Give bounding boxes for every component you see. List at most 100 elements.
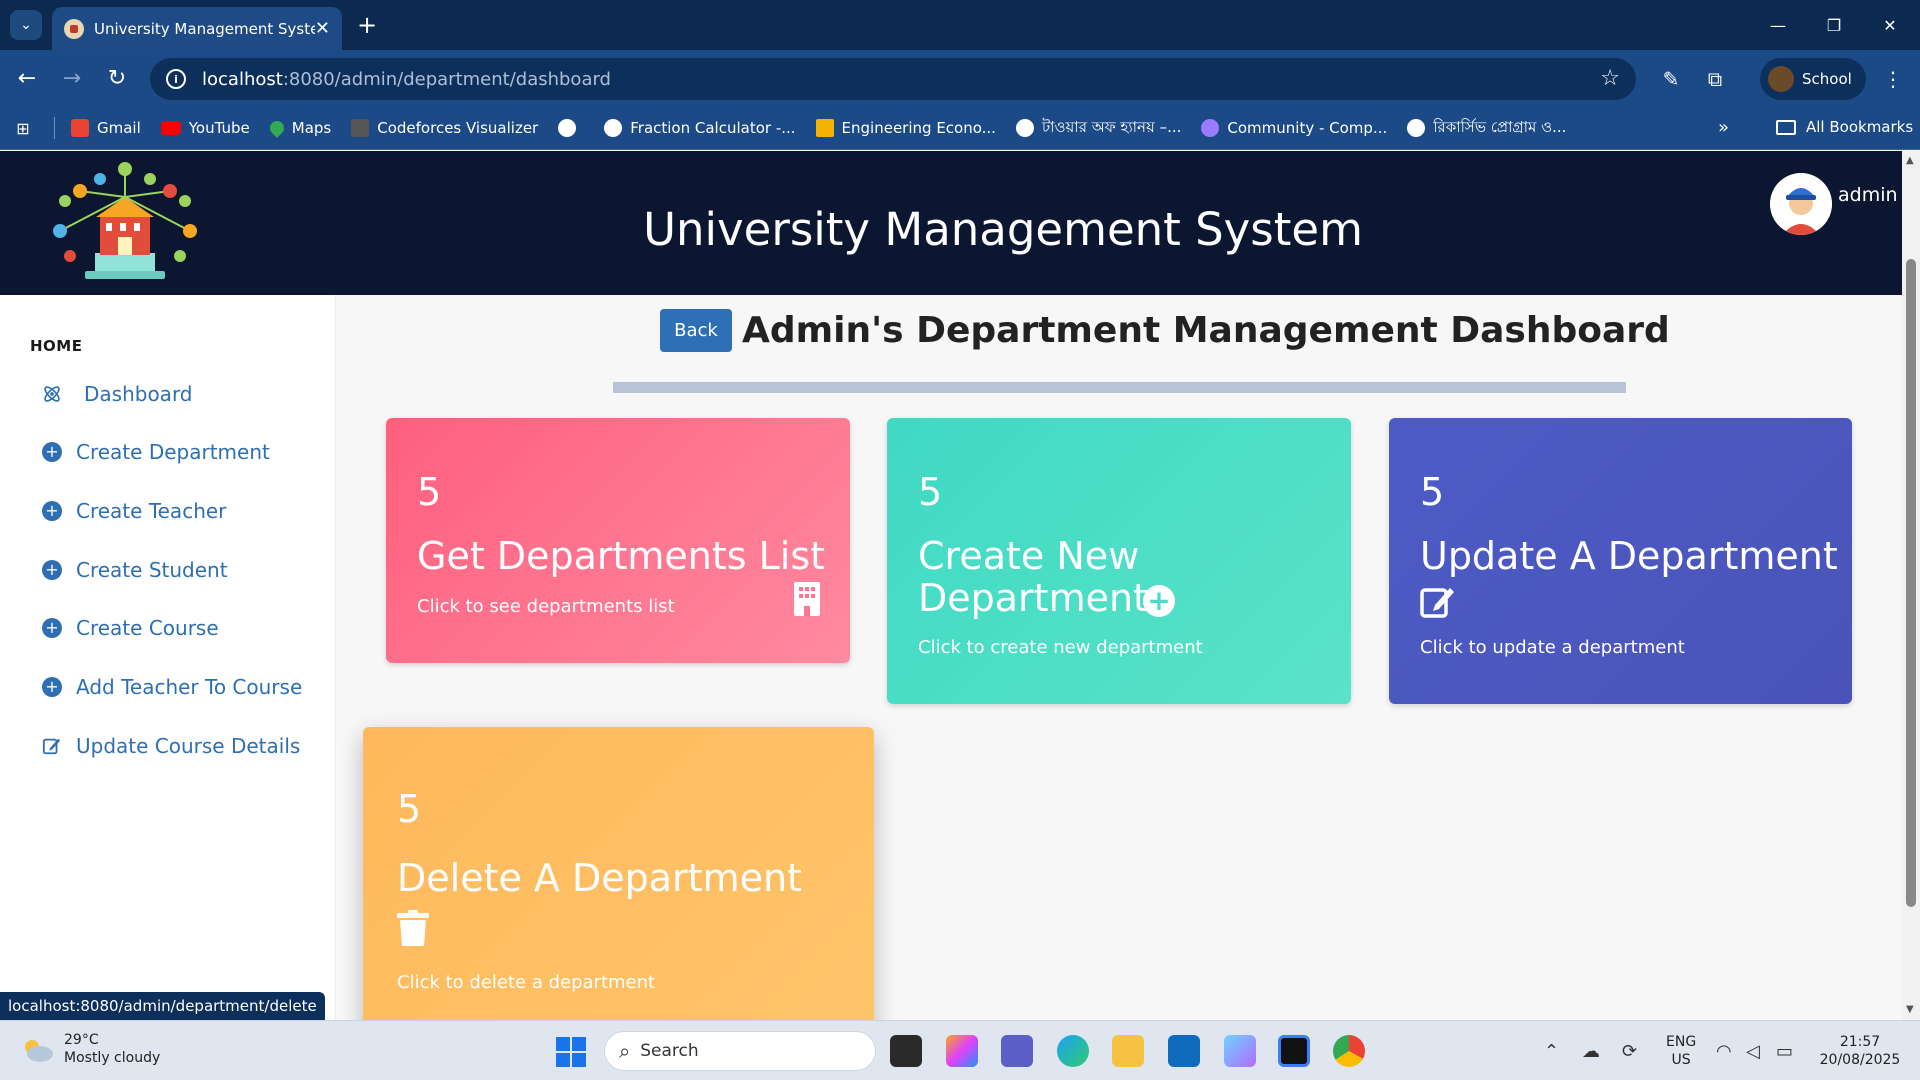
bookmark-gmail[interactable]: Gmail bbox=[71, 119, 141, 137]
sidebar-item-label: Update Course Details bbox=[76, 734, 301, 758]
close-window-icon[interactable]: ✕ bbox=[1870, 8, 1910, 42]
card-count: 5 bbox=[1420, 470, 1445, 514]
profile-name: School bbox=[1802, 70, 1852, 88]
user-name: admin bbox=[1838, 184, 1898, 206]
card-title-line-1: Create New bbox=[918, 534, 1140, 578]
bookmarks-bar: ⊞ Gmail YouTube Maps Codeforces Visualiz… bbox=[0, 107, 1920, 150]
all-bookmarks-button[interactable]: All Bookmarks bbox=[1776, 118, 1913, 136]
card-subtitle: Click to update a department bbox=[1420, 637, 1685, 658]
battery-icon[interactable]: ▭ bbox=[1776, 1041, 1793, 1062]
extensions-puzzle-icon[interactable]: ⧉ bbox=[1700, 64, 1730, 94]
bookmark-label: Engineering Econo... bbox=[841, 119, 996, 137]
windows-start-icon[interactable] bbox=[556, 1037, 586, 1067]
bookmark-label: Community - Comp... bbox=[1227, 119, 1388, 137]
weather-widget[interactable]: 29°C Mostly cloudy bbox=[20, 1031, 160, 1067]
search-placeholder: Search bbox=[640, 1041, 699, 1061]
teams-icon[interactable] bbox=[1001, 1035, 1033, 1067]
back-arrow-icon[interactable]: ← bbox=[12, 63, 42, 93]
browser-tab-active[interactable]: University Management System ✕ bbox=[52, 7, 342, 50]
chrome-icon[interactable] bbox=[1333, 1035, 1365, 1067]
copilot-icon[interactable] bbox=[946, 1035, 978, 1067]
site-info-icon[interactable]: i bbox=[166, 69, 186, 89]
globe-icon bbox=[1407, 119, 1426, 137]
back-button[interactable]: Back bbox=[660, 309, 732, 352]
scroll-down-arrow-icon[interactable]: ▼ bbox=[1906, 1004, 1914, 1015]
sidebar-item-label: Add Teacher To Course bbox=[76, 675, 303, 699]
bookmark-label: রিকার্সিভ প্রোগ্রাম ও... bbox=[1433, 117, 1567, 136]
close-tab-icon[interactable]: ✕ bbox=[315, 18, 330, 39]
sidebar-item-create-course[interactable]: + Create Course bbox=[42, 616, 219, 640]
bookmark-engineering-econ[interactable]: Engineering Econo... bbox=[815, 119, 996, 137]
task-view-icon[interactable] bbox=[890, 1035, 922, 1067]
taskbar-search[interactable]: ⌕ Search bbox=[604, 1031, 876, 1071]
bookmark-maps[interactable]: Maps bbox=[266, 118, 331, 138]
profile-button[interactable]: School bbox=[1760, 58, 1866, 100]
bookmark-globe[interactable] bbox=[558, 119, 584, 137]
language-indicator[interactable]: ENG US bbox=[1666, 1033, 1696, 1069]
onedrive-icon[interactable]: ☁ bbox=[1582, 1041, 1600, 1062]
volume-icon[interactable]: ◁ bbox=[1746, 1041, 1760, 1062]
card-subtitle: Click to create new department bbox=[918, 637, 1203, 658]
card-count: 5 bbox=[918, 470, 943, 514]
page-scrollbar[interactable]: ▲ ▼ bbox=[1902, 151, 1920, 1020]
plus-circle-icon: + bbox=[42, 442, 62, 462]
show-hidden-icons-chevron[interactable]: ⌃ bbox=[1544, 1041, 1559, 1062]
user-avatar-icon bbox=[1770, 173, 1832, 235]
forward-arrow-icon[interactable]: → bbox=[57, 63, 87, 93]
slides-icon bbox=[815, 119, 834, 137]
card-subtitle: Click to see departments list bbox=[417, 596, 675, 617]
restore-icon[interactable]: ❐ bbox=[1814, 8, 1854, 42]
bookmark-recursive-program[interactable]: রিকার্সিভ প্রোগ্রাম ও... bbox=[1407, 116, 1566, 141]
file-explorer-icon[interactable] bbox=[1112, 1035, 1144, 1067]
microsoft-365-icon[interactable] bbox=[1224, 1035, 1256, 1067]
clock-date: 20/08/2025 bbox=[1819, 1052, 1901, 1068]
tab-title: University Management System bbox=[94, 19, 315, 38]
bookmark-community[interactable]: Community - Comp... bbox=[1201, 119, 1387, 137]
sidebar-item-add-teacher-to-course[interactable]: + Add Teacher To Course bbox=[42, 675, 302, 699]
user-menu[interactable]: admin bbox=[1770, 173, 1898, 235]
more-bookmarks-chevron-icon[interactable]: » bbox=[1718, 117, 1729, 138]
menu-kebab-icon[interactable]: ⋮ bbox=[1878, 64, 1908, 94]
apps-grid-icon[interactable]: ⊞ bbox=[12, 117, 34, 139]
new-tab-icon[interactable]: + bbox=[352, 10, 382, 40]
card-delete-department[interactable]: 5 Delete A Department Click to delete a … bbox=[363, 727, 874, 1020]
wifi-icon[interactable]: ◠ bbox=[1716, 1041, 1732, 1062]
site-header: University Management System admin bbox=[0, 151, 1902, 295]
user-avatar[interactable] bbox=[1770, 173, 1832, 235]
card-count: 5 bbox=[417, 470, 442, 514]
bookmark-fraction-calculator[interactable]: Fraction Calculator -... bbox=[604, 119, 796, 137]
minimize-icon[interactable]: — bbox=[1758, 8, 1798, 42]
bookmark-youtube[interactable]: YouTube bbox=[160, 119, 250, 137]
bookmark-codeforces[interactable]: Codeforces Visualizer bbox=[351, 119, 538, 137]
trash-icon bbox=[397, 910, 429, 946]
weather-condition: Mostly cloudy bbox=[64, 1050, 161, 1066]
keyboard-region: US bbox=[1671, 1052, 1691, 1068]
edge-icon[interactable] bbox=[1057, 1035, 1089, 1067]
card-create-new-department[interactable]: 5 Create New Department + Click to creat… bbox=[887, 418, 1351, 704]
bookmark-star-icon[interactable]: ☆ bbox=[1600, 66, 1620, 91]
bookmark-label: Fraction Calculator -... bbox=[630, 119, 796, 137]
scroll-thumb[interactable] bbox=[1906, 259, 1916, 907]
reload-icon[interactable]: ↻ bbox=[102, 63, 132, 93]
sync-icon[interactable]: ⟳ bbox=[1622, 1041, 1637, 1062]
tab-search-chevron-icon[interactable]: ⌄ bbox=[10, 10, 42, 40]
card-update-department[interactable]: 5 Update A Department Click to update a … bbox=[1389, 418, 1852, 704]
card-get-departments-list[interactable]: 5 Get Departments List Click to see depa… bbox=[386, 418, 850, 663]
bookmark-tower-of-hanoi[interactable]: টাওয়ার অফ হ্যানয় –... bbox=[1015, 116, 1181, 141]
intellij-icon[interactable] bbox=[1278, 1035, 1310, 1067]
sidebar-item-create-teacher[interactable]: + Create Teacher bbox=[42, 499, 226, 523]
eyedropper-icon[interactable]: ✎ bbox=[1656, 64, 1686, 94]
scroll-up-arrow-icon[interactable]: ▲ bbox=[1906, 155, 1914, 166]
sidebar-item-label: Create Department bbox=[76, 440, 270, 464]
sidebar-item-dashboard[interactable]: Dashboard bbox=[42, 382, 193, 406]
sidebar-item-update-course-details[interactable]: Update Course Details bbox=[42, 734, 300, 758]
address-bar[interactable]: i localhost:8080/admin/department/dashbo… bbox=[150, 58, 1636, 100]
app-title: University Management System bbox=[643, 203, 1363, 256]
sidebar-item-label: Create Course bbox=[76, 616, 219, 640]
sidebar-item-create-student[interactable]: + Create Student bbox=[42, 558, 228, 582]
outlook-icon[interactable] bbox=[1168, 1035, 1200, 1067]
card-title: Delete A Department bbox=[397, 856, 802, 900]
sidebar-item-create-department[interactable]: + Create Department bbox=[42, 440, 270, 464]
sidebar-home-label: HOME bbox=[30, 337, 83, 355]
clock[interactable]: 21:57 20/08/2025 bbox=[1818, 1033, 1902, 1069]
